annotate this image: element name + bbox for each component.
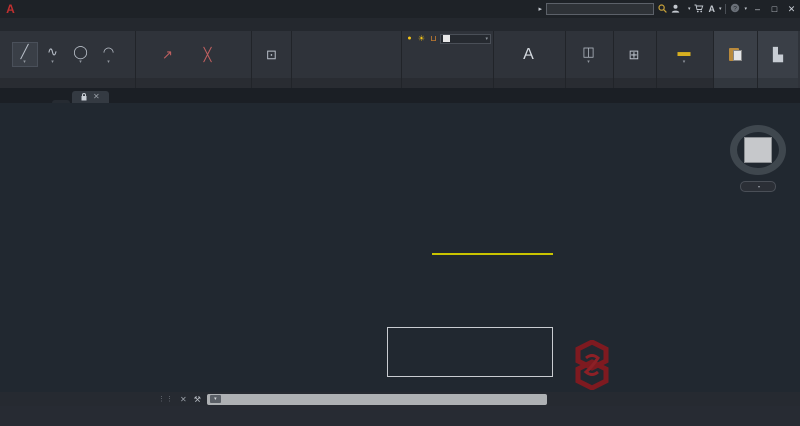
command-line-row: ⋮⋮ ✕ ⚒ ▾ (0, 392, 800, 406)
view-panel-label[interactable] (758, 78, 798, 88)
layer-unlock-icon[interactable]: ⊔ (428, 33, 439, 44)
multiline-text-button[interactable]: A (511, 46, 547, 64)
window-title (228, 2, 233, 13)
command-input[interactable]: ▾ (206, 393, 547, 405)
wcs-dropdown[interactable]: ▾ (740, 181, 776, 192)
viewcube[interactable]: ▾ (722, 113, 794, 197)
command-close-icon[interactable]: ✕ (180, 395, 187, 404)
autodesk-a-icon[interactable]: A (708, 4, 715, 14)
app-store-cart-icon[interactable] (694, 4, 704, 15)
modify-panel-label[interactable] (292, 78, 401, 88)
insert-block-icon: ◫ (582, 44, 595, 59)
ribbon-panel-detail: ⊡ (252, 31, 292, 88)
group-button[interactable]: ⊞ (621, 46, 647, 64)
ray-mode-icon: ↗ (162, 46, 173, 62)
hide-situation-icon: ⊡ (266, 46, 277, 62)
ribbon-panel-draw: ╱ ▾ ∿ ▾ ◯ ▾ ◠ ▾ (0, 31, 136, 88)
line-icon: ╱ (20, 44, 29, 59)
draw-panel-label[interactable] (0, 78, 135, 88)
maximize-button[interactable]: □ (768, 4, 781, 14)
file-tab-document[interactable]: ✕ (72, 91, 109, 103)
lock-icon (81, 92, 87, 100)
view-layout-icon: ▙ (773, 46, 783, 62)
sonalabs-watermark (566, 340, 624, 390)
annotation-panel-label[interactable] (494, 78, 565, 88)
layer-thaw-icon[interactable]: ☀ (416, 33, 427, 44)
close-button[interactable]: ✕ (785, 4, 798, 15)
utilities-panel-label[interactable] (657, 78, 713, 88)
user-icon[interactable] (671, 4, 680, 15)
layer-dropdown-caret-icon: ▾ (485, 35, 488, 42)
help-caret-icon[interactable]: ▾ (744, 6, 747, 12)
file-tab-bar: ✕ (0, 88, 800, 103)
wcs-caret-icon: ▾ (757, 184, 760, 189)
insert-button[interactable]: ◫ ▾ (576, 43, 602, 66)
view-button[interactable]: ▙ (765, 46, 791, 64)
viewcube-top-face[interactable] (744, 137, 772, 163)
parts-list-table (432, 253, 553, 255)
close-tab-icon[interactable]: ✕ (93, 92, 100, 101)
clipboard-panel-label[interactable] (714, 78, 757, 88)
clipboard-icon (728, 47, 743, 63)
autocad-window: A ▸ ▾ A ▾ ? ▾ – □ ✕ ╱ ▾ ∿ ▾ ◯ ▾ ◠ ▾ ↗ ╳ … (0, 0, 800, 426)
ribbon-panel-groups: ⊞ (614, 31, 657, 88)
detail-panel-label[interactable] (252, 78, 291, 88)
ribbon-panel-clipboard (714, 31, 758, 88)
title-bar: A ▸ ▾ A ▾ ? ▾ – □ ✕ (0, 0, 800, 18)
ray-mode-button[interactable]: ↗ (154, 46, 182, 64)
construction-panel-label[interactable] (136, 78, 251, 88)
drawing-canvas[interactable]: ▾ (0, 103, 800, 392)
block-panel-label[interactable] (566, 78, 613, 88)
arc-icon: ◠ (102, 44, 115, 59)
svg-text:?: ? (734, 5, 738, 12)
construction-lines-button[interactable]: ╳ (184, 46, 232, 64)
measure-button[interactable]: ▬ ▾ (671, 43, 697, 66)
titlebar-divider (725, 4, 727, 14)
expand-search-icon[interactable]: ▸ (538, 5, 542, 13)
minimize-button[interactable]: – (751, 4, 764, 14)
ribbon-panel-modify (292, 31, 402, 88)
polyline-icon: ∿ (47, 44, 58, 59)
groups-panel-label[interactable] (614, 78, 656, 88)
layer-dropdown[interactable]: ▾ (440, 33, 491, 44)
measure-ruler-icon: ▬ (677, 44, 691, 59)
status-bar (0, 406, 800, 426)
hide-situation-button[interactable]: ⊡ (255, 46, 289, 64)
ribbon-panel-view: ▙ (758, 31, 798, 88)
multiline-text-icon: A (523, 45, 534, 63)
help-search-input[interactable] (545, 3, 654, 15)
ribbon-panel-annotation: A (494, 31, 566, 88)
command-grip-handle[interactable]: ⋮⋮ (158, 395, 174, 403)
sonalabs-logo-icon (575, 340, 609, 390)
title-block (387, 327, 553, 377)
command-recent-icon[interactable]: ▾ (209, 395, 221, 403)
layer-on-icon[interactable]: ● (404, 33, 415, 44)
arc-button[interactable]: ◠ ▾ (96, 43, 122, 66)
construction-lines-icon: ╳ (203, 46, 212, 62)
ribbon-panel-utilities: ▬ ▾ (657, 31, 714, 88)
ribbon-panel-layers: ● ☀ ⊔ ▾ (402, 31, 494, 88)
ribbon-panel-block: ◫ ▾ (566, 31, 614, 88)
search-icon[interactable] (658, 3, 667, 15)
help-icon[interactable]: ? (730, 3, 740, 15)
layer-color-swatch (443, 35, 450, 42)
ribbon-tab-row (0, 18, 800, 31)
circle-button[interactable]: ◯ ▾ (68, 43, 94, 66)
group-icon: ⊞ (628, 46, 640, 62)
line-button[interactable]: ╱ ▾ (11, 42, 38, 67)
polyline-button[interactable]: ∿ ▾ (40, 43, 66, 66)
autocad-app-icon[interactable]: A (3, 2, 18, 16)
sign-in-caret-icon[interactable]: ▾ (688, 6, 691, 12)
circle-icon: ◯ (73, 44, 88, 59)
clipboard-button[interactable] (723, 46, 749, 64)
layers-panel-label[interactable] (402, 78, 493, 88)
ribbon: ╱ ▾ ∿ ▾ ◯ ▾ ◠ ▾ ↗ ╳ ⊡ ● ☀ ⊔ ▾ A ◫ ▾ ⊞ ▬ … (0, 31, 800, 88)
command-customize-wrench-icon[interactable]: ⚒ (194, 395, 201, 404)
autodesk-caret-icon[interactable]: ▾ (719, 6, 722, 12)
ribbon-panel-construction: ↗ ╳ (136, 31, 252, 88)
